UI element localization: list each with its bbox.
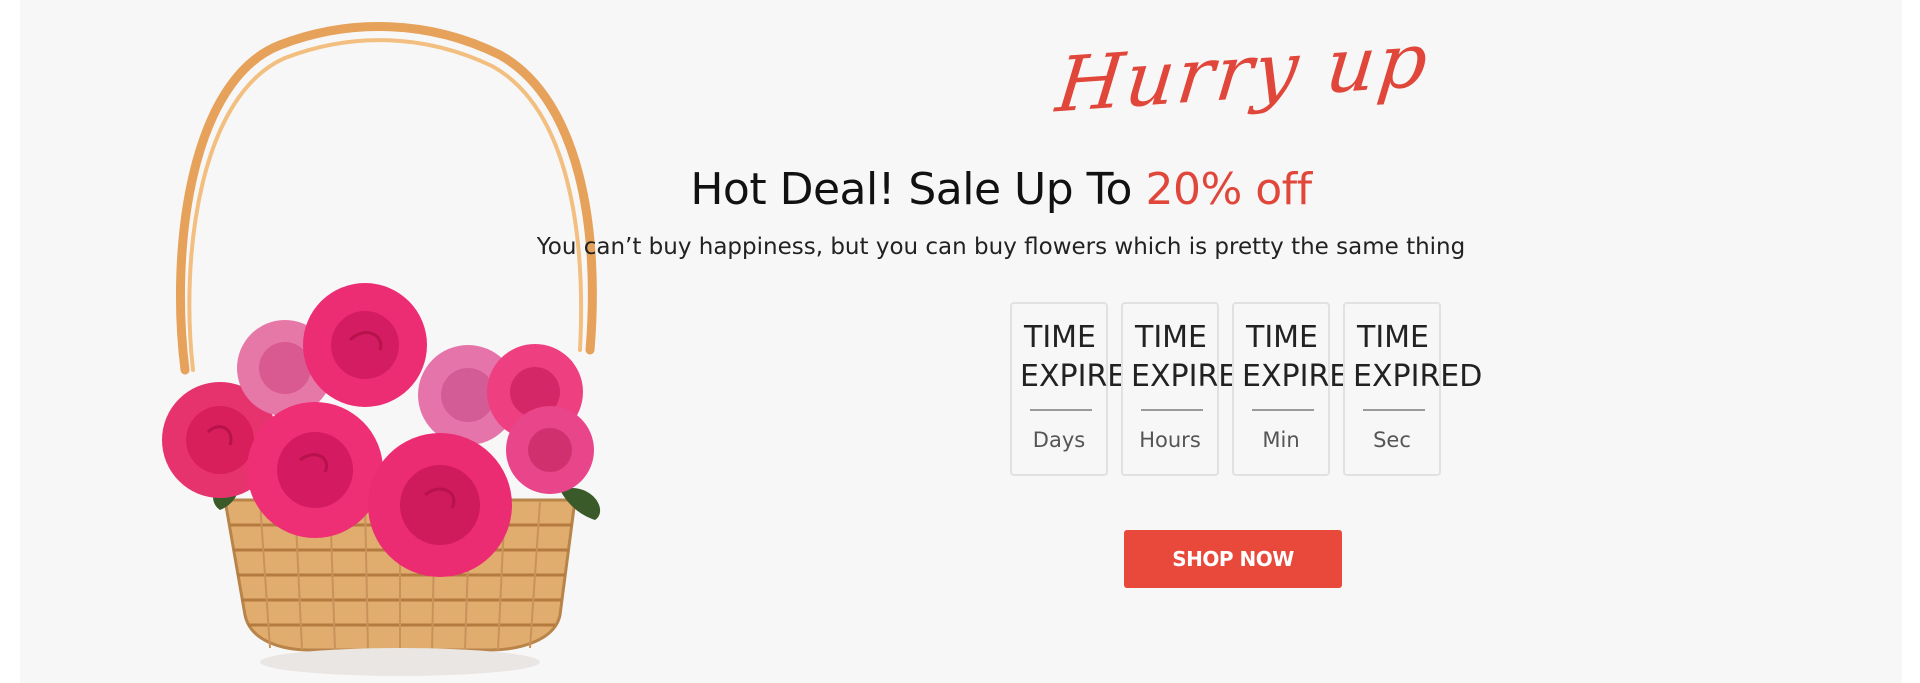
countdown-value: TIME EXPIRED	[1345, 318, 1505, 396]
countdown-days: TIME EXPIRED Days	[1010, 302, 1149, 476]
tagline: You can’t buy happiness, but you can buy…	[536, 234, 1466, 260]
countdown-hours: TIME EXPIRED Hours	[1121, 302, 1260, 476]
countdown-label: Min	[1262, 428, 1300, 452]
countdown-timer: TIME EXPIRED Days TIME EXPIRED Hours TIM…	[1010, 302, 1482, 476]
countdown-minutes: TIME EXPIRED Min	[1232, 302, 1371, 476]
divider	[1252, 409, 1314, 411]
countdown-label: Hours	[1139, 428, 1201, 452]
promo-content: Hurry up Hot Deal! Sale Up To 20% off Yo…	[20, 0, 1902, 683]
countdown-label: Sec	[1373, 428, 1411, 452]
countdown-seconds: TIME EXPIRED Sec	[1343, 302, 1482, 476]
divider	[1363, 409, 1425, 411]
promo-banner: Hurry up Hot Deal! Sale Up To 20% off Yo…	[20, 0, 1902, 683]
headline-discount: 20% off	[1145, 164, 1312, 215]
countdown-value-line1: TIME	[1357, 320, 1430, 355]
divider	[1141, 409, 1203, 411]
divider	[1030, 409, 1092, 411]
countdown-value-line2: EXPIRED	[1353, 359, 1483, 394]
shop-now-button[interactable]: SHOP NOW	[1124, 530, 1342, 588]
countdown-label: Days	[1032, 428, 1086, 452]
headline: Hot Deal! Sale Up To 20% off	[60, 164, 1902, 215]
headline-prefix: Hot Deal! Sale Up To	[690, 164, 1146, 215]
